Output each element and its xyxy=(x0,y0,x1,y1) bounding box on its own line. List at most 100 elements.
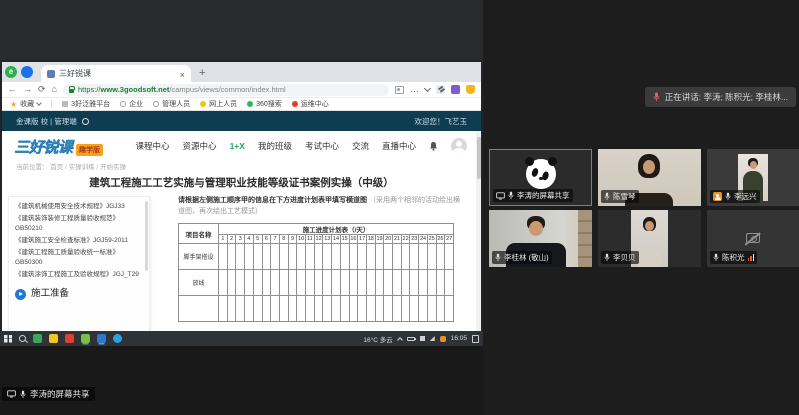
new-tab-button[interactable] xyxy=(199,63,205,81)
gantt-cell[interactable] xyxy=(410,270,419,296)
gantt-cell[interactable] xyxy=(366,270,375,296)
gantt-cell[interactable] xyxy=(436,244,445,270)
gantt-cell[interactable] xyxy=(262,244,271,270)
back-icon[interactable] xyxy=(8,85,17,94)
gantt-cell[interactable] xyxy=(306,270,315,296)
bookmark-item[interactable]: 3好泛雅平台 xyxy=(62,99,110,109)
gantt-cell[interactable] xyxy=(419,270,428,296)
gantt-cell[interactable] xyxy=(323,296,332,322)
bookmark-item[interactable]: 网上人员 xyxy=(200,99,237,109)
taskbar-app-icon[interactable] xyxy=(113,334,122,343)
gantt-cell[interactable] xyxy=(436,296,445,322)
gantt-cell[interactable] xyxy=(245,296,254,322)
address-bar[interactable]: https://www.3goodsoft.net/campus/views/c… xyxy=(63,84,389,96)
gantt-cell[interactable] xyxy=(332,270,341,296)
gantt-cell[interactable] xyxy=(219,244,228,270)
nav-item-communication[interactable]: 交流 xyxy=(352,140,369,152)
gantt-cell[interactable] xyxy=(358,296,367,322)
gantt-cell[interactable] xyxy=(349,244,358,270)
image-tool-icon[interactable] xyxy=(395,86,404,94)
page-scrollbar[interactable] xyxy=(476,131,481,331)
taskbar-app-icon[interactable] xyxy=(33,334,42,343)
search-icon[interactable] xyxy=(19,335,26,342)
gantt-cell[interactable] xyxy=(332,244,341,270)
gantt-cell[interactable] xyxy=(306,296,315,322)
gantt-cell[interactable] xyxy=(288,296,297,322)
gantt-cell[interactable] xyxy=(445,244,454,270)
browser-tab[interactable]: 三好锐课 xyxy=(41,65,191,82)
gantt-cell[interactable] xyxy=(427,270,436,296)
gantt-cell[interactable] xyxy=(236,296,245,322)
network-icon[interactable] xyxy=(430,336,435,341)
tray-expand-icon[interactable] xyxy=(397,337,403,343)
gantt-cell[interactable] xyxy=(288,270,297,296)
bookmark-item[interactable]: 运维中心 xyxy=(292,99,329,109)
tray-notification-icon[interactable] xyxy=(440,336,446,342)
participant-tile[interactable]: 李桂林 (敬山) xyxy=(489,210,592,267)
taskbar-app-icon[interactable] xyxy=(97,334,106,343)
gantt-cell[interactable] xyxy=(393,244,402,270)
clock[interactable]: 16:05 xyxy=(451,335,467,342)
gantt-cell[interactable] xyxy=(297,296,306,322)
gantt-cell[interactable] xyxy=(349,270,358,296)
gantt-cell[interactable] xyxy=(262,296,271,322)
gantt-cell[interactable] xyxy=(279,296,288,322)
gantt-cell[interactable] xyxy=(314,296,323,322)
gantt-cell[interactable] xyxy=(271,244,280,270)
gantt-cell[interactable] xyxy=(401,296,410,322)
shield-extension-icon[interactable] xyxy=(466,85,475,94)
gantt-cell[interactable] xyxy=(332,296,341,322)
windows-start-icon[interactable] xyxy=(4,335,12,343)
gantt-cell[interactable] xyxy=(436,270,445,296)
forward-icon[interactable] xyxy=(23,85,32,94)
browser-profile-icon[interactable] xyxy=(21,66,33,78)
reload-icon[interactable] xyxy=(38,85,46,94)
gantt-cell[interactable] xyxy=(245,270,254,296)
weather-widget[interactable]: 16°C 多云 xyxy=(363,334,392,344)
nav-item-resources[interactable]: 资源中心 xyxy=(183,140,217,152)
gantt-cell[interactable] xyxy=(253,270,262,296)
tab-close-icon[interactable] xyxy=(180,65,185,83)
nav-item-courses[interactable]: 课程中心 xyxy=(136,140,170,152)
gantt-cell[interactable] xyxy=(236,244,245,270)
home-icon[interactable] xyxy=(52,85,57,94)
browser-logo-icon[interactable]: e xyxy=(5,66,17,78)
gantt-cell[interactable] xyxy=(358,244,367,270)
gantt-cell[interactable] xyxy=(297,270,306,296)
gantt-cell[interactable] xyxy=(410,296,419,322)
gantt-cell[interactable] xyxy=(323,270,332,296)
gantt-cell[interactable] xyxy=(219,270,228,296)
gantt-cell[interactable] xyxy=(297,244,306,270)
taskbar-app-icon[interactable] xyxy=(65,334,74,343)
bell-icon[interactable] xyxy=(429,141,438,151)
gantt-cell[interactable] xyxy=(375,296,384,322)
scrollbar-thumb[interactable] xyxy=(477,137,481,179)
nav-item-1x[interactable]: 1+X xyxy=(230,141,245,151)
participant-tile[interactable]: 李贝贝 xyxy=(598,210,701,267)
site-logo[interactable]: 三好锐课 xyxy=(14,136,72,157)
gantt-cell[interactable] xyxy=(227,296,236,322)
nav-item-live[interactable]: 直播中心 xyxy=(382,140,416,152)
gantt-cell[interactable] xyxy=(410,244,419,270)
taskbar-app-icon[interactable] xyxy=(81,334,90,343)
chevron-down-icon[interactable] xyxy=(424,85,431,92)
gantt-cell[interactable] xyxy=(279,244,288,270)
gantt-cell[interactable] xyxy=(427,244,436,270)
gantt-cell[interactable] xyxy=(236,270,245,296)
gantt-cell[interactable] xyxy=(227,244,236,270)
gantt-cell[interactable] xyxy=(323,244,332,270)
user-avatar[interactable] xyxy=(451,138,467,154)
bookmark-item[interactable]: 管理人员 xyxy=(153,99,190,109)
gantt-cell[interactable] xyxy=(384,270,393,296)
gantt-cell[interactable] xyxy=(349,296,358,322)
sidebar-section-construction-prep[interactable]: 施工准备 xyxy=(15,287,141,302)
tray-app-icon[interactable] xyxy=(420,336,425,341)
gantt-cell[interactable] xyxy=(271,296,280,322)
gantt-cell[interactable] xyxy=(253,296,262,322)
gantt-cell[interactable] xyxy=(401,270,410,296)
gantt-cell[interactable] xyxy=(279,270,288,296)
gantt-cell[interactable] xyxy=(419,244,428,270)
gantt-cell[interactable] xyxy=(227,270,236,296)
gantt-cell[interactable] xyxy=(427,296,436,322)
gantt-cell[interactable] xyxy=(401,244,410,270)
